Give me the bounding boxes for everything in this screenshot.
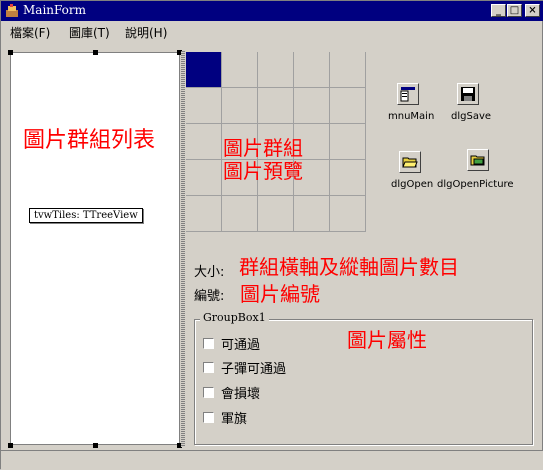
tile-cell[interactable] <box>330 160 366 196</box>
tile-cell[interactable] <box>186 124 222 160</box>
annotation-preview-line2: 圖片預覽 <box>223 159 303 183</box>
tile-cell[interactable] <box>258 196 294 232</box>
tile-cell[interactable] <box>294 196 330 232</box>
tile-cell[interactable] <box>186 88 222 124</box>
folder-picture-icon <box>470 155 485 166</box>
open-dialog-label: dlgOpen <box>391 179 434 190</box>
checkbox-breakable-label: 會損壞 <box>221 387 261 402</box>
annotation-props: 圖片屬性 <box>347 328 427 352</box>
annotation-group-list: 圖片群組列表 <box>23 128 156 153</box>
menu-help[interactable]: 說明(H) <box>125 24 167 41</box>
tile-cell[interactable] <box>222 52 258 88</box>
tile-cell[interactable] <box>258 52 294 88</box>
checkbox-flag[interactable] <box>203 412 214 423</box>
tile-cell[interactable] <box>186 196 222 232</box>
save-dialog-label: dlgSave <box>451 111 492 122</box>
treeview-hint: tvwTiles: TTreeView <box>29 208 143 223</box>
checkbox-bullet-passable[interactable] <box>203 362 214 373</box>
splitter[interactable] <box>181 51 185 447</box>
tile-cell[interactable] <box>186 52 222 88</box>
open-picture-dialog-component[interactable] <box>467 149 489 171</box>
folder-open-icon <box>402 157 418 168</box>
tile-cell[interactable] <box>330 88 366 124</box>
tile-cell[interactable] <box>330 52 366 88</box>
open-picture-dialog-label: dlgOpenPicture <box>437 179 514 190</box>
menu-library[interactable]: 圖庫(T) <box>69 24 110 41</box>
minimize-button[interactable]: _ <box>491 4 506 17</box>
tile-cell[interactable] <box>258 88 294 124</box>
window-title: MainForm <box>23 3 87 17</box>
checkbox-passable[interactable] <box>203 338 214 349</box>
size-label: 大小: <box>194 265 225 280</box>
app-icon <box>6 4 18 17</box>
annotation-size-desc: 群組橫軸及縱軸圖片數目 <box>239 255 459 279</box>
main-menu-component[interactable] <box>397 83 419 105</box>
checkbox-passable-label: 可通過 <box>221 338 261 353</box>
resize-handle[interactable] <box>8 443 13 448</box>
tile-cell[interactable] <box>222 88 258 124</box>
menu-bar: 檔案(F) 圖庫(T) 說明(H) <box>1 21 543 41</box>
tile-tree-view[interactable] <box>10 52 180 445</box>
tile-cell[interactable] <box>330 124 366 160</box>
resize-handle[interactable] <box>8 50 13 55</box>
main-menu-label: mnuMain <box>388 111 435 122</box>
checkbox-flag-label: 軍旗 <box>221 412 248 427</box>
floppy-disk-icon <box>461 87 475 101</box>
groupbox-title: GroupBox1 <box>200 311 269 324</box>
resize-handle[interactable] <box>93 443 98 448</box>
checkbox-breakable[interactable] <box>203 387 214 398</box>
close-button[interactable]: × <box>525 4 540 17</box>
checkbox-bullet-passable-label: 子彈可通過 <box>221 362 287 377</box>
status-bar <box>1 450 543 470</box>
main-menu-icon <box>400 87 415 102</box>
open-dialog-component[interactable] <box>399 151 421 173</box>
tile-cell[interactable] <box>222 196 258 232</box>
title-bar[interactable]: MainForm _ □ × <box>1 1 543 21</box>
annotation-id-desc: 圖片編號 <box>240 282 320 306</box>
tile-cell[interactable] <box>186 160 222 196</box>
id-label: 編號: <box>194 289 225 304</box>
resize-handle[interactable] <box>93 50 98 55</box>
menu-file[interactable]: 檔案(F) <box>10 24 50 41</box>
save-dialog-component[interactable] <box>457 83 479 105</box>
main-window: MainForm _ □ × 檔案(F) 圖庫(T) 說明(H) 圖片群組列表 … <box>0 0 543 470</box>
tile-cell[interactable] <box>294 52 330 88</box>
tile-cell[interactable] <box>330 196 366 232</box>
maximize-button[interactable]: □ <box>507 4 522 17</box>
tile-cell[interactable] <box>294 88 330 124</box>
